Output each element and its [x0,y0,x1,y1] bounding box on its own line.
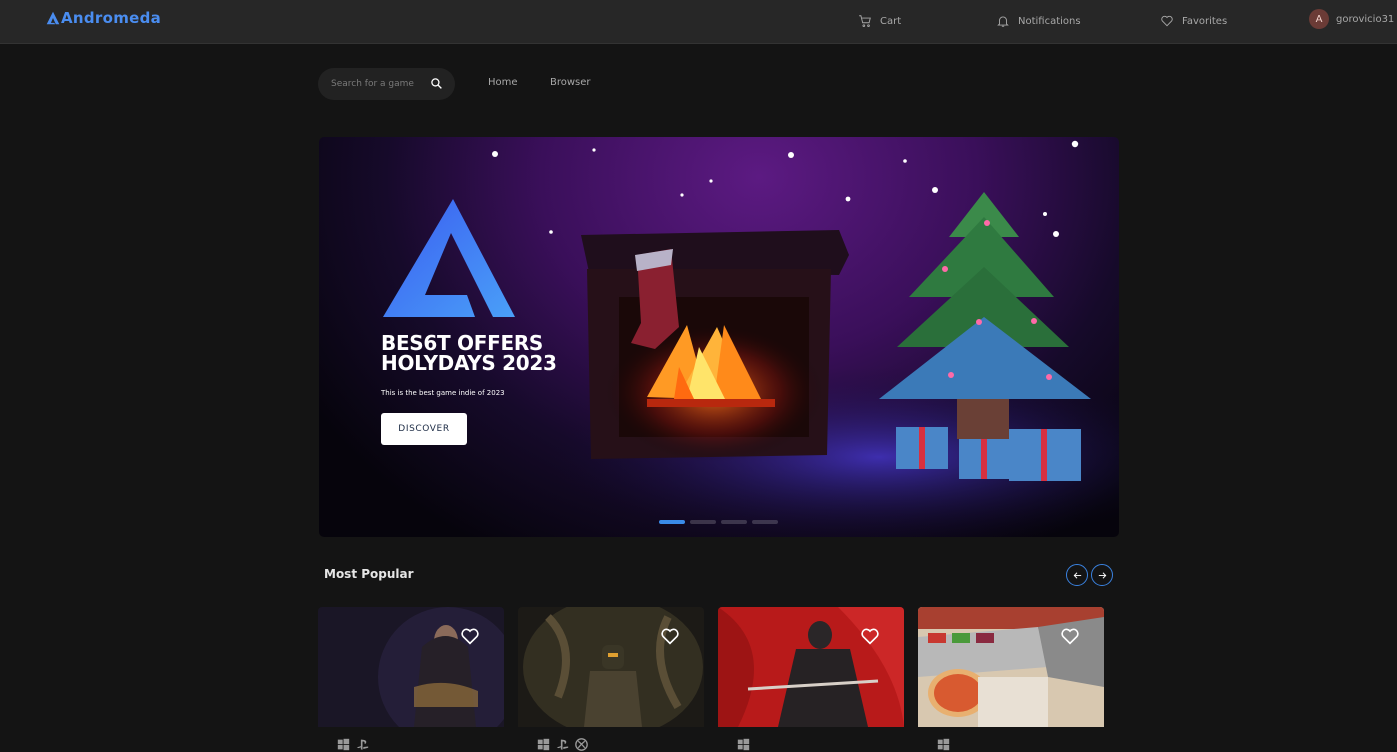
andromeda-logo[interactable]: Andromeda [46,6,161,30]
game-cover-art [918,607,1104,727]
notifications-link[interactable]: Notifications [996,12,1081,30]
game-card-1[interactable] [318,607,504,727]
menu-browser-link[interactable]: Browser [550,77,591,88]
carousel-indicators [659,520,778,524]
favorite-button[interactable] [660,627,680,645]
andromeda-logo-icon [46,11,60,25]
user-menu[interactable]: A gorovicio31 [1309,9,1395,29]
heart-icon [461,628,479,645]
search-icon[interactable] [430,77,443,90]
windows-icon [937,738,950,751]
carousel-dot-3[interactable] [721,520,747,524]
carousel-dot-4[interactable] [752,520,778,524]
cart-label: Cart [880,15,902,27]
card-2-platforms [537,738,588,752]
playstation-icon [356,738,369,751]
windows-icon [737,738,750,751]
game-card-4[interactable] [918,607,1104,727]
notifications-label: Notifications [1018,15,1081,27]
favorite-button[interactable] [860,627,880,645]
heart-icon [861,628,879,645]
hero-banner[interactable]: BES6T OFFERS HOLYDAYS 2023 This is the b… [319,137,1119,537]
discover-button[interactable]: DISCOVER [381,413,467,445]
windows-icon [337,738,350,751]
menu-home-link[interactable]: Home [488,77,518,88]
favorite-button[interactable] [1060,627,1080,645]
hero-subtitle: This is the best game indie of 2023 [381,389,505,397]
playstation-icon [556,738,569,751]
card-1-platforms [337,738,369,752]
favorite-button[interactable] [460,627,480,645]
carousel-next-button[interactable] [1091,564,1113,586]
xbox-icon [575,738,588,751]
heart-icon [1161,15,1173,27]
hero-title: BES6T OFFERS HOLYDAYS 2023 [381,333,557,373]
heart-icon [661,628,679,645]
carousel-prev-button[interactable] [1066,564,1088,586]
game-cover-art [518,607,704,727]
hero-title-line-1: BES6T OFFERS [381,331,544,355]
carousel-dot-2[interactable] [690,520,716,524]
most-popular-title: Most Popular [324,567,414,581]
windows-icon [537,738,550,751]
bell-icon [997,16,1009,27]
username: gorovicio31 [1336,13,1395,25]
andromeda-hero-logo-icon [383,199,515,317]
avatar: A [1309,9,1329,29]
cart-icon [859,15,871,28]
search-input[interactable] [331,79,421,89]
game-cover-art [718,607,904,727]
app-name: Andromeda [61,9,162,27]
arrow-right-icon [1098,571,1106,579]
favorites-link[interactable]: Favorites [1160,12,1227,30]
carousel-dot-1[interactable] [659,520,685,524]
game-card-2[interactable] [518,607,704,727]
favorites-label: Favorites [1182,15,1228,27]
card-3-platforms [737,738,750,752]
hero-title-line-2: HOLYDAYS 2023 [381,351,557,375]
arrow-left-icon [1073,571,1081,579]
card-4-platforms [937,738,950,752]
top-navigation-bar: Andromeda Cart Notifications Favorites A… [0,0,1397,44]
game-card-3[interactable] [718,607,904,727]
search-bar [318,68,455,100]
heart-icon [1061,628,1079,645]
cart-link[interactable]: Cart [858,12,901,30]
game-cover-art [318,607,504,727]
